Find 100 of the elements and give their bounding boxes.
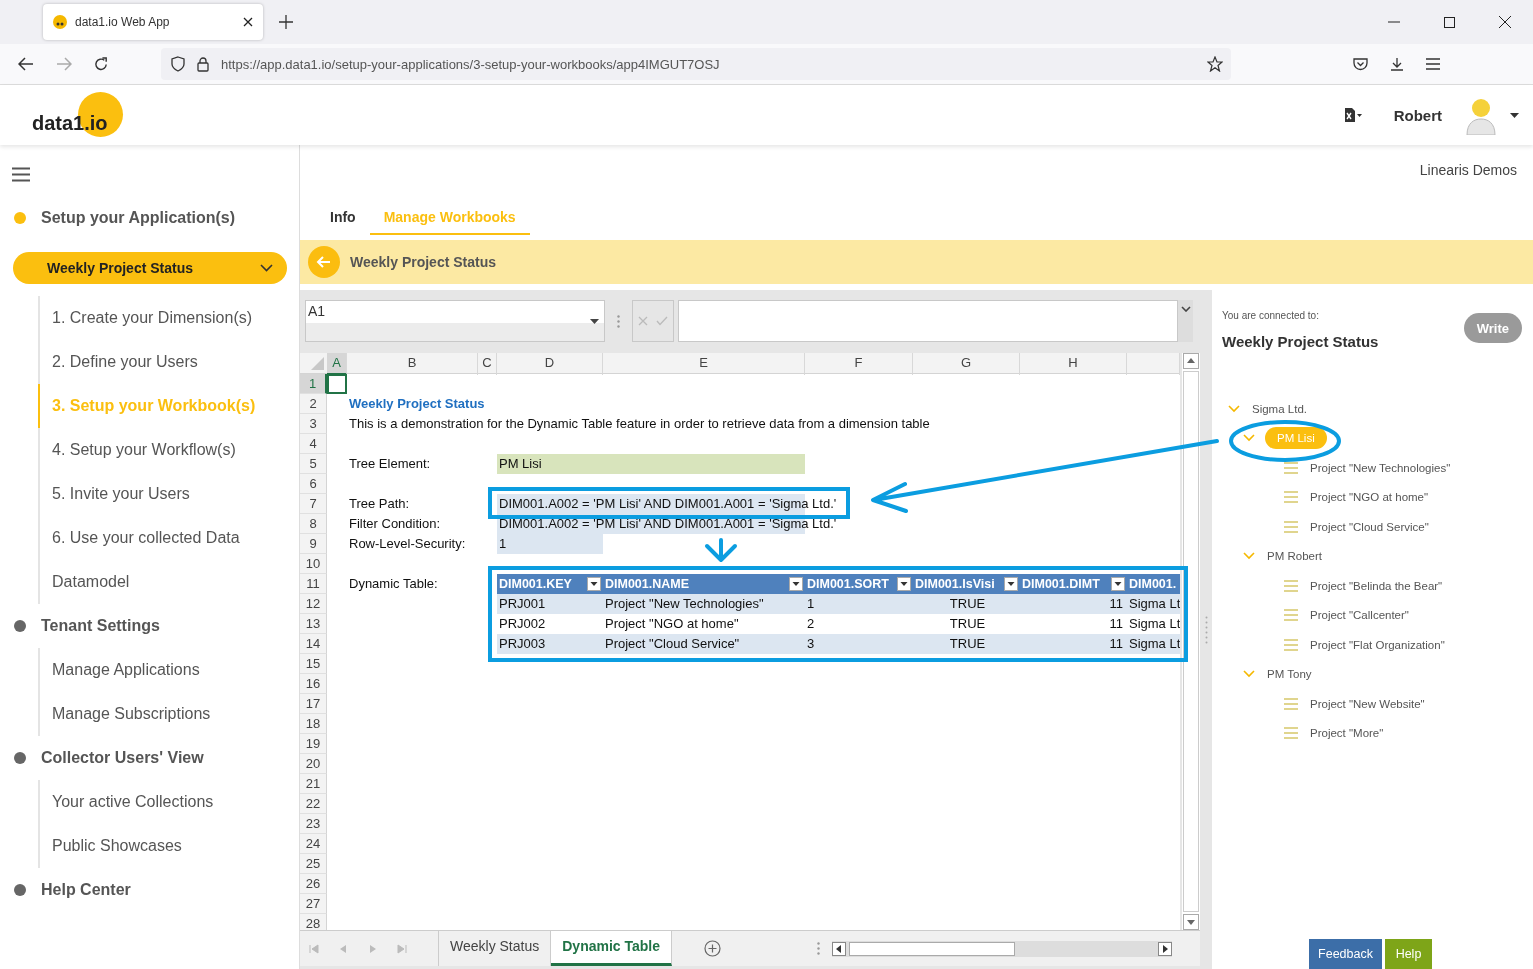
- caret-icon[interactable]: [1510, 112, 1519, 118]
- row-header[interactable]: 11: [300, 574, 327, 594]
- sidebar-item[interactable]: Manage Applications: [40, 648, 299, 692]
- tree-item[interactable]: PM Robert: [1265, 547, 1324, 566]
- row-header[interactable]: 27: [300, 894, 327, 914]
- column-header[interactable]: A: [327, 353, 347, 375]
- scroll-up-icon[interactable]: [1183, 353, 1199, 369]
- column-header[interactable]: E: [603, 353, 805, 375]
- menu-icon[interactable]: [1426, 58, 1440, 70]
- tree-item[interactable]: Project "NGO at home": [1308, 488, 1431, 507]
- browser-tab[interactable]: data1.io Web App: [43, 4, 263, 40]
- row-header[interactable]: 3: [300, 414, 327, 434]
- tree-item[interactable]: Sigma Ltd.: [1250, 399, 1309, 418]
- star-icon[interactable]: [1207, 56, 1223, 72]
- name-box[interactable]: A1: [305, 300, 605, 342]
- tab[interactable]: Info: [316, 200, 370, 235]
- user-name[interactable]: Robert: [1393, 106, 1442, 124]
- formula-input[interactable]: [678, 300, 1178, 342]
- row-header[interactable]: 22: [300, 794, 327, 814]
- section-heading[interactable]: Collector Users' View: [41, 749, 204, 767]
- column-header[interactable]: D: [497, 353, 603, 375]
- tree-item[interactable]: Project "Flat Organization": [1308, 635, 1447, 654]
- menu-icon[interactable]: [12, 167, 30, 182]
- filter-dropdown-icon[interactable]: [1111, 577, 1125, 591]
- sidebar-item[interactable]: 2. Define your Users: [40, 340, 299, 384]
- row-header[interactable]: 5: [300, 454, 327, 474]
- row-header[interactable]: 21: [300, 774, 327, 794]
- row-header[interactable]: 4: [300, 434, 327, 454]
- maximize-icon[interactable]: [1444, 16, 1455, 28]
- row-header[interactable]: 7: [300, 494, 327, 514]
- excel-file-icon[interactable]: [1343, 107, 1362, 123]
- table-header[interactable]: DIM001.DIMT: [1020, 574, 1127, 594]
- sidebar-item[interactable]: Manage Subscriptions: [40, 692, 299, 736]
- scroll-down-icon[interactable]: [1183, 914, 1199, 930]
- column-header[interactable]: B: [347, 353, 478, 375]
- close-icon[interactable]: [1499, 16, 1511, 28]
- sidebar-item[interactable]: Public Showcases: [40, 824, 299, 868]
- scroll-left-icon[interactable]: [832, 941, 846, 956]
- drag-handle-icon[interactable]: [817, 942, 820, 955]
- scroll-right-icon[interactable]: [1158, 941, 1172, 956]
- section-heading[interactable]: Help Center: [41, 881, 131, 899]
- filter-dropdown-icon[interactable]: [1004, 577, 1018, 591]
- tree-item[interactable]: Project "Belinda the Bear": [1308, 576, 1445, 595]
- expand-button[interactable]: [1178, 300, 1193, 342]
- row-header[interactable]: 15: [300, 654, 327, 674]
- table-header[interactable]: DIM001.IsVisi: [913, 574, 1020, 594]
- new-tab-icon[interactable]: [279, 15, 293, 29]
- row-header[interactable]: 26: [300, 874, 327, 894]
- row-header[interactable]: 2: [300, 394, 327, 414]
- row-header[interactable]: 10: [300, 554, 327, 574]
- section-heading[interactable]: Setup your Application(s): [41, 209, 236, 227]
- application-dropdown[interactable]: Weekly Project Status: [13, 252, 287, 284]
- pocket-icon[interactable]: [1353, 57, 1368, 71]
- row-header[interactable]: 18: [300, 714, 327, 734]
- column-header[interactable]: F: [805, 353, 913, 375]
- add-sheet-icon[interactable]: [704, 940, 721, 957]
- column-header[interactable]: G: [913, 353, 1020, 375]
- sidebar-item[interactable]: 6. Use your collected Data: [40, 516, 299, 560]
- active-cell[interactable]: [327, 374, 347, 394]
- sheet-tab[interactable]: Dynamic Table: [551, 931, 672, 966]
- drag-handle-icon[interactable]: [617, 315, 620, 328]
- row-header[interactable]: 16: [300, 674, 327, 694]
- table-header[interactable]: DIM001.NAME: [603, 574, 805, 594]
- sidebar-item[interactable]: Datamodel: [40, 560, 299, 604]
- filter-dropdown-icon[interactable]: [789, 577, 803, 591]
- filter-dropdown-icon[interactable]: [587, 577, 601, 591]
- tree-item[interactable]: Project "More": [1308, 724, 1386, 743]
- tree-item[interactable]: PM Tony: [1265, 665, 1314, 684]
- row-header[interactable]: 13: [300, 614, 327, 634]
- section-heading[interactable]: Tenant Settings: [41, 617, 160, 635]
- sidebar-item[interactable]: 5. Invite your Users: [40, 472, 299, 516]
- row-header[interactable]: 1: [300, 374, 327, 394]
- filter-dropdown-icon[interactable]: [897, 577, 911, 591]
- row-header[interactable]: 23: [300, 814, 327, 834]
- row-header[interactable]: 25: [300, 854, 327, 874]
- tree-item[interactable]: Project "New Technologies": [1308, 458, 1453, 477]
- row-header[interactable]: 24: [300, 834, 327, 854]
- sidebar-item[interactable]: 4. Setup your Workflow(s): [40, 428, 299, 472]
- close-icon[interactable]: [243, 17, 253, 27]
- horizontal-scrollbar[interactable]: [832, 940, 1172, 957]
- tree-item[interactable]: Project "Cloud Service": [1308, 517, 1431, 536]
- row-header[interactable]: 14: [300, 634, 327, 654]
- row-header[interactable]: 12: [300, 594, 327, 614]
- feedback-button[interactable]: Feedback: [1309, 939, 1382, 969]
- column-header[interactable]: C: [478, 353, 497, 375]
- sidebar-item[interactable]: 1. Create your Dimension(s): [40, 296, 299, 340]
- row-header[interactable]: 6: [300, 474, 327, 494]
- tree-item[interactable]: Project "Callcenter": [1308, 606, 1411, 625]
- sidebar-item[interactable]: Your active Collections: [40, 780, 299, 824]
- tree-item[interactable]: Project "New Website": [1308, 694, 1427, 713]
- table-header[interactable]: DIM001.SORT: [805, 574, 913, 594]
- row-header[interactable]: 8: [300, 514, 327, 534]
- address-bar[interactable]: https://app.data1.io/setup-your-applications/3-setup-your-workbooks/app4IMGUT7OSJ: [161, 48, 1231, 80]
- table-header[interactable]: DIM001.KEY: [497, 574, 603, 594]
- download-icon[interactable]: [1390, 56, 1404, 72]
- column-header[interactable]: H: [1020, 353, 1127, 375]
- scrollbar-thumb[interactable]: [1183, 371, 1199, 912]
- reload-icon[interactable]: [94, 56, 109, 72]
- row-header[interactable]: 19: [300, 734, 327, 754]
- row-header[interactable]: 9: [300, 534, 327, 554]
